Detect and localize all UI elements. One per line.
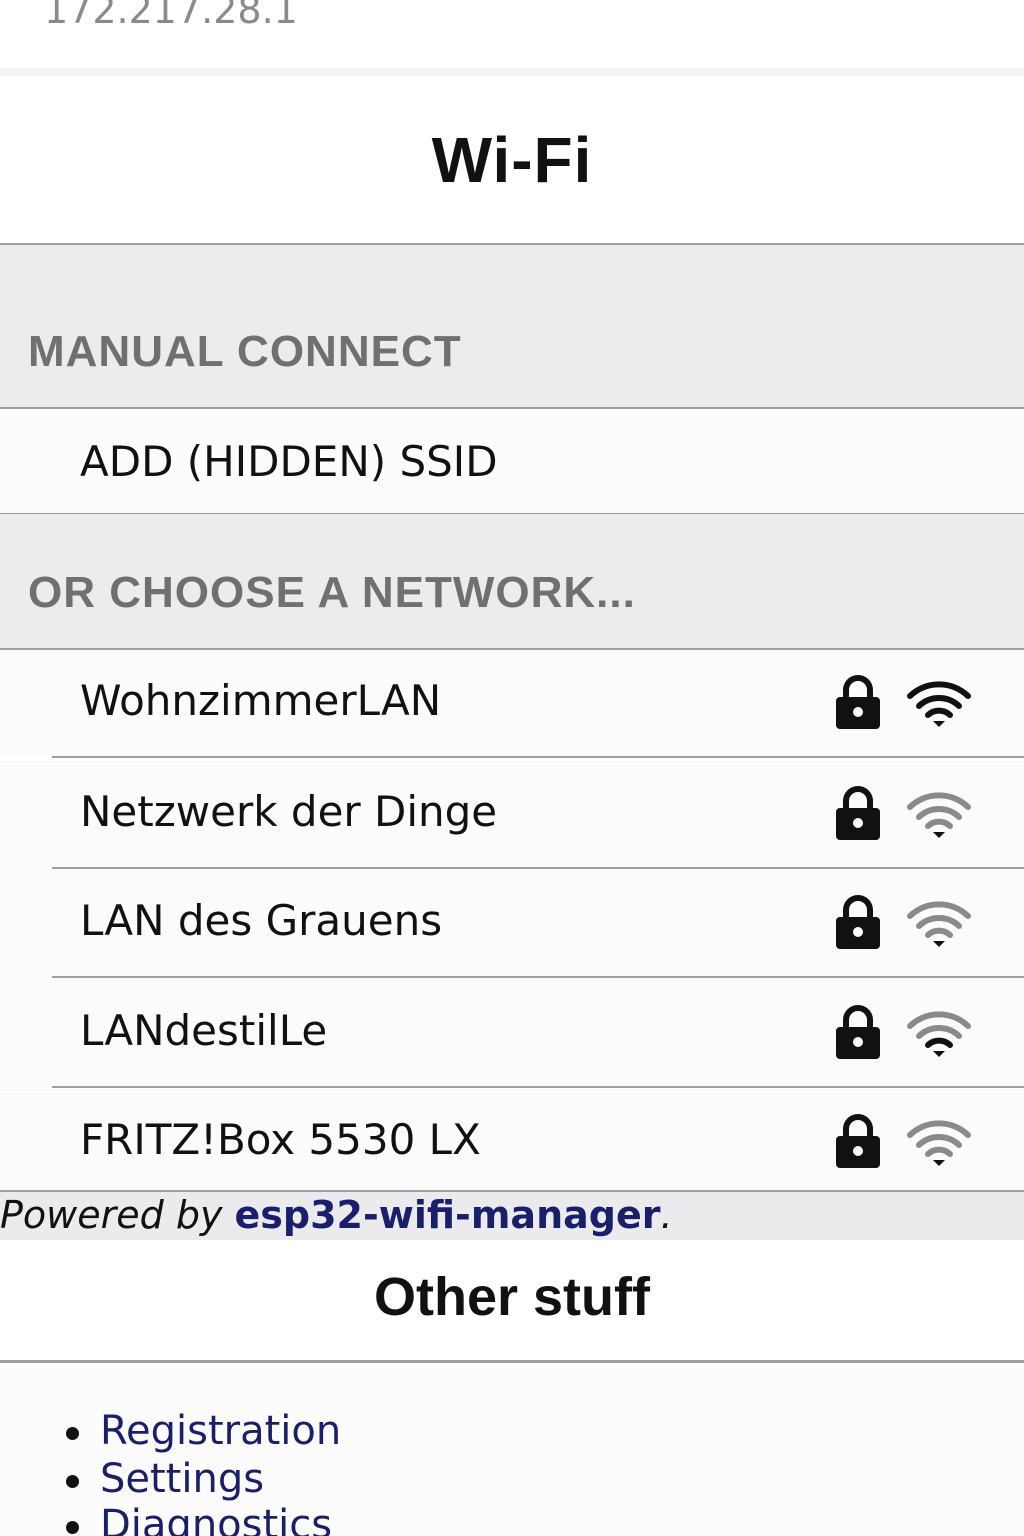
row-divider (52, 867, 1024, 869)
page-title: Wi-Fi (431, 124, 593, 196)
wifi-signal-icon (907, 1011, 971, 1057)
lock-icon (836, 1005, 880, 1059)
powered-by-suffix: . (660, 1193, 673, 1237)
row-divider (52, 1086, 1024, 1088)
network-ssid: WohnzimmerLAN (80, 676, 442, 725)
add-hidden-ssid-label: ADD (HIDDEN) SSID (80, 437, 498, 486)
other-links: Registration Settings Diagnostics (0, 1363, 1024, 1536)
lock-icon (836, 895, 880, 949)
page: 172.217.28.1 Wi-Fi MANUAL CONNECT ADD (H… (0, 0, 1024, 1536)
network-row[interactable]: Netzwerk der Dinge (0, 761, 1024, 869)
network-list-header: OR CHOOSE A NETWORK... (0, 514, 1024, 650)
powered-by-footer: Powered by esp32-wifi-manager. (0, 1190, 1024, 1240)
wifi-signal-icon (907, 792, 971, 838)
network-list-heading: OR CHOOSE A NETWORK... (28, 568, 636, 617)
network-row[interactable]: LANdestilLe (0, 980, 1024, 1088)
esp32-wifi-manager-link[interactable]: esp32-wifi-manager (235, 1193, 661, 1237)
network-ssid: LANdestilLe (80, 1006, 328, 1055)
network-ssid: LAN des Grauens (80, 896, 443, 945)
diagnostics-link[interactable]: Diagnostics (65, 1501, 332, 1536)
wifi-signal-icon (907, 1120, 971, 1166)
other-stuff-title: Other stuff (374, 1267, 650, 1327)
lock-icon (836, 675, 880, 729)
network-ssid: FRITZ!Box 5530 LX (80, 1115, 481, 1164)
network-row[interactable]: LAN des Grauens (0, 870, 1024, 978)
network-ssid: Netzwerk der Dinge (80, 787, 498, 836)
powered-by-prefix: Powered by (0, 1193, 235, 1237)
settings-link[interactable]: Settings (65, 1455, 264, 1503)
network-row[interactable]: WohnzimmerLAN (0, 650, 1024, 758)
manual-connect-header: MANUAL CONNECT (0, 245, 1024, 409)
wifi-signal-icon (907, 901, 971, 947)
address-bar-url[interactable]: 172.217.28.1 (44, 0, 298, 34)
other-stuff-header: Other stuff (0, 1240, 1024, 1363)
registration-link[interactable]: Registration (65, 1407, 341, 1455)
lock-icon (836, 786, 880, 840)
network-row[interactable]: FRITZ!Box 5530 LX (0, 1089, 1024, 1197)
wifi-signal-icon (907, 681, 971, 727)
page-header: Wi-Fi (0, 76, 1024, 245)
add-hidden-ssid-button[interactable]: ADD (HIDDEN) SSID (0, 409, 1024, 515)
row-divider (52, 756, 1024, 758)
address-bar-separator (0, 68, 1024, 76)
row-divider (52, 976, 1024, 978)
manual-connect-heading: MANUAL CONNECT (28, 327, 462, 376)
lock-icon (836, 1114, 880, 1168)
